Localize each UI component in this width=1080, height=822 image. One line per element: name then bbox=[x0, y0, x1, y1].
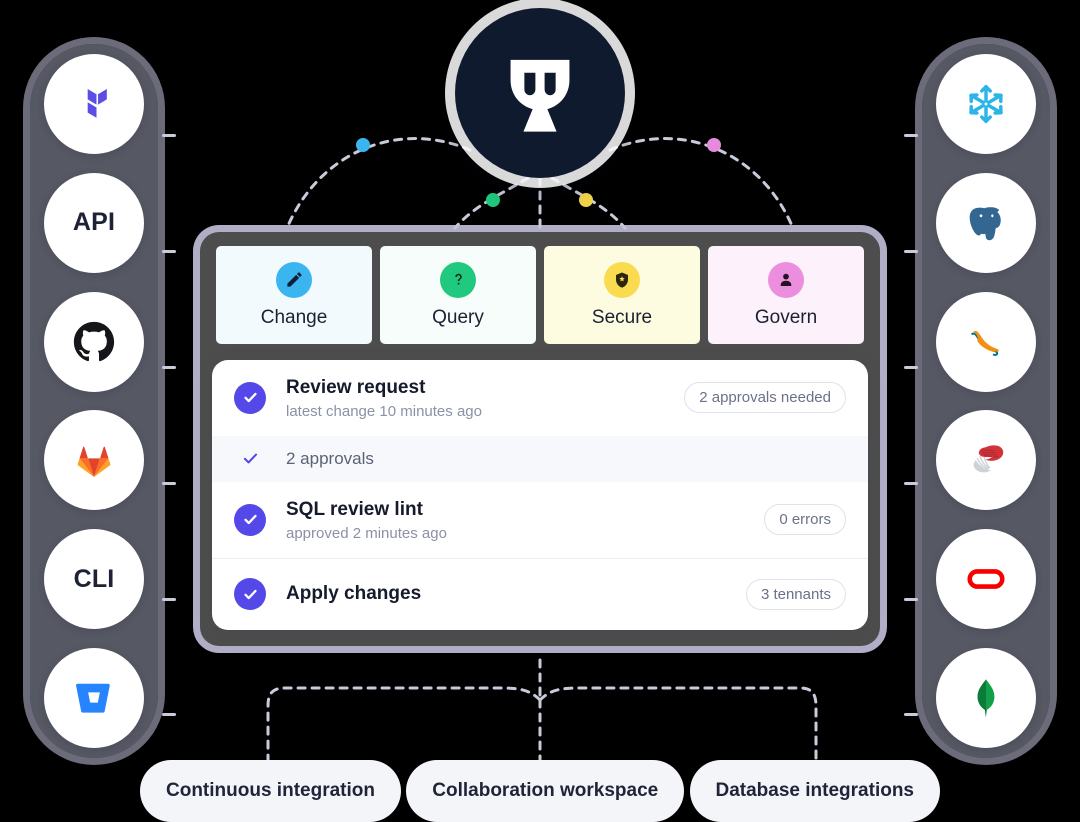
wire-dot-change bbox=[356, 138, 370, 152]
api-icon: API bbox=[72, 208, 116, 237]
status-badge: 0 errors bbox=[764, 504, 846, 536]
feature-pills: Continuous integration Collaboration wor… bbox=[140, 760, 940, 822]
category-cards-row: Change Query Secure Govern bbox=[200, 232, 880, 356]
task-title: Review request bbox=[286, 377, 426, 398]
pencil-icon bbox=[276, 261, 312, 298]
oracle-icon bbox=[960, 553, 1012, 605]
postgresql-icon bbox=[963, 200, 1009, 246]
check-icon bbox=[234, 503, 266, 536]
task-row[interactable]: Review request latest change 10 minutes … bbox=[212, 360, 868, 436]
task-text: SQL review lint approved 2 minutes ago bbox=[286, 498, 764, 542]
task-text: 2 approvals bbox=[286, 449, 846, 469]
nub-right-3 bbox=[904, 366, 918, 369]
nub-left-2 bbox=[162, 250, 176, 253]
rail-item-bitbucket[interactable] bbox=[44, 647, 144, 748]
rail-item-sqlserver[interactable] bbox=[936, 410, 1036, 511]
check-icon bbox=[234, 449, 266, 468]
category-card-govern[interactable]: Govern bbox=[708, 246, 864, 344]
nub-left-5 bbox=[162, 598, 176, 601]
nub-left-1 bbox=[162, 134, 176, 137]
feature-pill-collaboration-workspace[interactable]: Collaboration workspace bbox=[406, 760, 685, 822]
category-label: Govern bbox=[754, 306, 818, 328]
nub-right-5 bbox=[904, 598, 918, 601]
task-row[interactable]: 2 approvals bbox=[212, 435, 868, 482]
task-text: Apply changes bbox=[286, 582, 746, 606]
task-title: 2 approvals bbox=[286, 448, 374, 468]
hub-logo[interactable] bbox=[455, 8, 625, 178]
category-label: Query bbox=[432, 306, 484, 328]
task-list: Review request latest change 10 minutes … bbox=[212, 360, 868, 630]
nub-right-2 bbox=[904, 250, 918, 253]
rail-item-gitlab[interactable] bbox=[44, 410, 144, 511]
panel-shell: Change Query Secure Govern Review reques… bbox=[193, 225, 887, 653]
bitbucket-icon bbox=[72, 676, 116, 720]
nub-left-6 bbox=[162, 713, 176, 716]
integrations-rail-left: API CLI bbox=[30, 44, 158, 758]
status-badge: 2 approvals needed bbox=[684, 382, 846, 414]
rail-item-github[interactable] bbox=[44, 291, 144, 392]
nub-right-4 bbox=[904, 482, 918, 485]
task-meta: latest change 10 minutes ago bbox=[286, 402, 482, 420]
question-mark-icon bbox=[440, 261, 476, 298]
category-label: Change bbox=[260, 306, 328, 328]
category-card-query[interactable]: Query bbox=[380, 246, 536, 344]
gitlab-icon bbox=[72, 438, 116, 482]
status-badge: 3 tennants bbox=[745, 578, 846, 610]
feature-pill-database-integrations[interactable]: Database integrations bbox=[689, 760, 940, 822]
nub-left-4 bbox=[162, 482, 176, 485]
github-icon bbox=[71, 319, 117, 365]
rail-item-mongodb[interactable] bbox=[936, 647, 1036, 748]
feature-pill-continuous-integration[interactable]: Continuous integration bbox=[140, 760, 401, 822]
workflow-panel: Change Query Secure Govern Review reques… bbox=[193, 225, 887, 653]
task-text: Review request latest change 10 minutes … bbox=[286, 376, 684, 420]
databases-rail-right bbox=[922, 44, 1050, 758]
rail-item-terraform[interactable] bbox=[44, 54, 144, 154]
task-row[interactable]: SQL review lint approved 2 minutes ago 0… bbox=[212, 482, 868, 558]
category-card-change[interactable]: Change bbox=[216, 246, 372, 344]
task-title: SQL review lint bbox=[286, 498, 423, 520]
rail-item-mysql[interactable] bbox=[936, 291, 1036, 392]
rail-item-cli[interactable]: CLI bbox=[44, 529, 144, 630]
check-icon bbox=[234, 381, 266, 414]
rail-item-postgresql[interactable] bbox=[936, 172, 1036, 273]
rail-item-api[interactable]: API bbox=[44, 172, 144, 273]
rail-item-snowflake[interactable] bbox=[936, 54, 1036, 154]
nub-right-6 bbox=[904, 713, 918, 716]
nub-right-1 bbox=[904, 134, 918, 137]
category-label: Secure bbox=[591, 306, 653, 328]
cli-icon: CLI bbox=[73, 564, 115, 593]
rail-item-oracle[interactable] bbox=[936, 529, 1036, 630]
wire-dot-query bbox=[486, 193, 500, 207]
category-card-secure[interactable]: Secure bbox=[544, 246, 700, 344]
shield-icon bbox=[604, 261, 640, 298]
nub-left-3 bbox=[162, 366, 176, 369]
task-meta: approved 2 minutes ago bbox=[286, 524, 447, 542]
wire-dot-secure bbox=[579, 193, 593, 207]
terraform-icon bbox=[71, 81, 117, 127]
check-icon bbox=[234, 578, 266, 610]
diagram-stage: API CLI Change Query Secure Govern Revie… bbox=[0, 0, 1080, 822]
person-icon bbox=[768, 261, 804, 298]
task-title: Apply changes bbox=[286, 583, 422, 605]
mongodb-icon bbox=[963, 675, 1009, 721]
snowflake-icon bbox=[963, 81, 1009, 127]
mysql-icon bbox=[962, 318, 1010, 366]
wire-dot-govern bbox=[707, 138, 721, 152]
sqlserver-icon bbox=[962, 436, 1010, 484]
task-row[interactable]: Apply changes 3 tennants bbox=[212, 557, 868, 630]
bytebase-logo-icon bbox=[510, 59, 570, 132]
